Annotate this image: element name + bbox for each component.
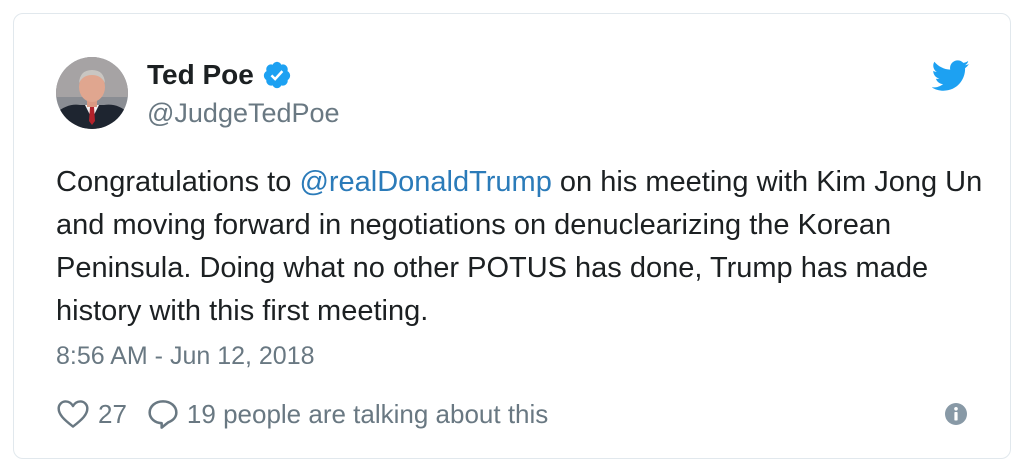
profile-photo	[56, 57, 128, 129]
tweet-card: Ted Poe @JudgeTedPoe Congratulations to …	[13, 13, 1011, 459]
reply-button[interactable]: 19 people are talking about this	[147, 398, 548, 430]
author-display-name[interactable]: Ted Poe	[147, 59, 254, 91]
avatar[interactable]	[56, 57, 128, 129]
twitter-bird-icon[interactable]	[931, 60, 970, 92]
heart-icon	[57, 400, 89, 428]
like-button[interactable]: 27	[56, 399, 127, 430]
info-icon[interactable]	[944, 402, 968, 426]
author-name-row[interactable]: Ted Poe	[147, 58, 292, 92]
tweet-actions: 27 19 people are talking about this	[56, 396, 548, 432]
reply-label: 19 people are talking about this	[186, 398, 549, 429]
speech-bubble-icon	[148, 400, 178, 429]
mention-link[interactable]: @realDonaldTrump	[299, 166, 551, 198]
tweet-text: Congratulations to @realDonaldTrump on h…	[56, 161, 986, 333]
author-handle[interactable]: @JudgeTedPoe	[147, 98, 340, 129]
verified-badge-icon	[262, 60, 292, 90]
tweet-text-before: Congratulations to	[56, 166, 300, 198]
like-count: 27	[98, 398, 127, 429]
tweet-timestamp[interactable]: 8:56 AM - Jun 12, 2018	[56, 342, 315, 371]
